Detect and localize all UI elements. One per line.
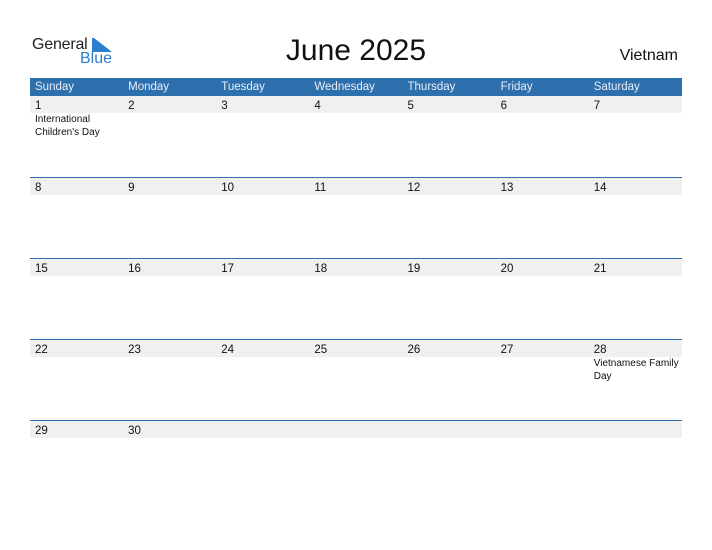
week-row: 8 9 10 11 12 13 14	[30, 177, 682, 258]
day-number: 2	[128, 100, 135, 112]
day-number: 17	[221, 263, 235, 275]
day-number: 9	[128, 182, 135, 194]
day-number: 8	[35, 182, 42, 194]
day-cell: 18	[309, 259, 402, 276]
day-cell: 23	[123, 340, 216, 357]
date-strip: 15 16 17 18 19 20 21	[30, 259, 682, 276]
day-cell: 16	[123, 259, 216, 276]
date-strip: 1 International Children's Day 2 3 4 5 6 7	[30, 96, 682, 138]
day-cell: 30	[123, 421, 216, 438]
day-cell	[496, 421, 589, 438]
holiday-label: Vietnamese Family Day	[593, 358, 679, 382]
day-cell: 3	[216, 96, 309, 113]
calendar-grid: Sunday Monday Tuesday Wednesday Thursday…	[30, 78, 682, 501]
day-cell: 19	[403, 259, 496, 276]
day-cell: 25	[309, 340, 402, 357]
week-row: 15 16 17 18 19 20 21	[30, 258, 682, 339]
day-number: 27	[500, 344, 514, 356]
date-strip: 29 30	[30, 421, 682, 438]
day-number: 11	[314, 182, 327, 194]
date-strip: 8 9 10 11 12 13 14	[30, 178, 682, 195]
day-cell: 27	[496, 340, 589, 357]
day-cell: 8	[30, 178, 123, 195]
calendar-title: June 2025	[285, 34, 427, 67]
week-row: 1 International Children's Day 2 3 4 5 6 7	[30, 96, 682, 177]
weekday-saturday: Saturday	[593, 81, 640, 93]
date-strip: 22 23 24 25 26 27 28 Vietnamese Family Day	[30, 340, 682, 382]
day-cell: 4	[309, 96, 402, 113]
day-cell: 5	[403, 96, 496, 113]
day-cell	[216, 421, 309, 438]
day-cell: 7	[589, 96, 682, 113]
day-cell: 21	[589, 259, 682, 276]
day-number: 26	[407, 344, 421, 356]
day-cell: 26	[403, 340, 496, 357]
day-cell: 1 International Children's Day	[30, 96, 123, 138]
day-cell: 6	[496, 96, 589, 113]
day-cell: 24	[216, 340, 309, 357]
day-number: 23	[128, 344, 141, 356]
day-number: 14	[593, 182, 607, 194]
weekday-sunday: Sunday	[35, 81, 75, 93]
day-number: 16	[128, 263, 141, 275]
day-number: 21	[593, 263, 607, 275]
day-cell: 10	[216, 178, 309, 195]
day-number: 4	[314, 100, 321, 112]
weekday-friday: Friday	[500, 81, 533, 93]
day-number: 12	[407, 182, 421, 194]
day-number: 25	[314, 344, 328, 356]
weeks-container: 1 International Children's Day 2 3 4 5 6 7 8 9 10 1…	[30, 96, 682, 501]
day-number: 1	[35, 100, 42, 112]
day-cell: 14	[589, 178, 682, 195]
day-cell: 11	[309, 178, 402, 195]
day-number: 19	[407, 263, 421, 275]
weekday-monday: Monday	[128, 81, 170, 93]
day-number: 29	[35, 425, 48, 437]
day-number: 5	[407, 100, 414, 112]
day-number: 3	[221, 100, 228, 112]
day-number: 7	[593, 100, 601, 112]
day-cell: 22	[30, 340, 123, 357]
day-number: 18	[314, 263, 328, 275]
day-cell	[589, 421, 682, 438]
day-number: 10	[221, 182, 235, 194]
day-cell: 17	[216, 259, 309, 276]
day-cell: 29	[30, 421, 123, 438]
day-cell: 15	[30, 259, 123, 276]
day-cell	[309, 421, 402, 438]
weekday-thursday: Thursday	[407, 81, 456, 93]
day-number: 28	[593, 344, 607, 356]
country-label: Vietnam	[619, 47, 678, 64]
day-number: 15	[35, 263, 48, 275]
day-cell: 20	[496, 259, 589, 276]
day-number: 22	[35, 344, 48, 356]
day-cell: 28 Vietnamese Family Day	[589, 340, 682, 382]
day-cell: 2	[123, 96, 216, 113]
day-number: 20	[500, 263, 514, 275]
week-row: 29 30	[30, 420, 682, 501]
weekday-tuesday: Tuesday	[221, 81, 265, 93]
day-cell: 9	[123, 178, 216, 195]
holiday-label: International Children's Day	[35, 114, 100, 138]
day-number: 24	[221, 344, 235, 356]
day-number: 13	[500, 182, 514, 194]
day-cell	[403, 421, 496, 438]
day-number: 30	[128, 425, 141, 437]
day-cell: 13	[496, 178, 589, 195]
weekday-wednesday: Wednesday	[314, 81, 375, 93]
day-number: 6	[500, 100, 508, 112]
week-row: 22 23 24 25 26 27 28 Vietnamese Family Day	[30, 339, 682, 420]
weekday-header: Sunday Monday Tuesday Wednesday Thursday…	[30, 78, 682, 96]
day-cell: 12	[403, 178, 496, 195]
